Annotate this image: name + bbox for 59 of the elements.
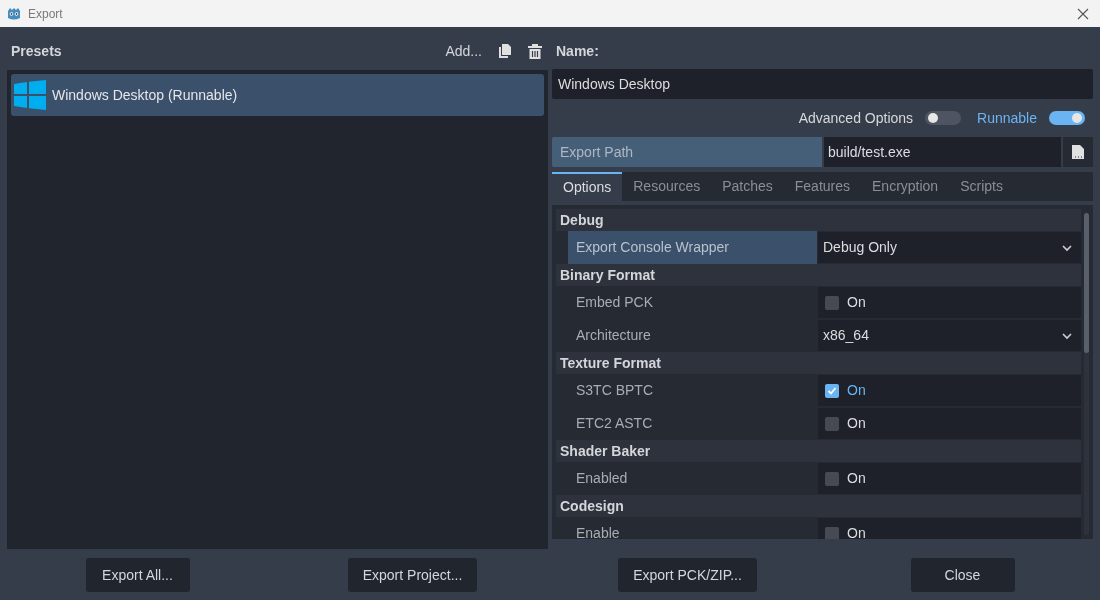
toggle-switch[interactable]: [1049, 111, 1085, 125]
presets-heading: Presets: [11, 41, 63, 61]
checkbox[interactable]: [825, 471, 839, 486]
tab[interactable]: Resources: [622, 172, 712, 201]
property-label: Enable: [575, 524, 621, 539]
checkbox-field[interactable]: On: [818, 463, 1081, 494]
tab[interactable]: Features: [783, 172, 861, 201]
checkbox-field[interactable]: On: [818, 408, 1081, 439]
robot-head-icon: [6, 5, 22, 22]
section-header: Codesign: [556, 495, 1081, 517]
checkbox-field[interactable]: On: [818, 518, 1081, 539]
checkbox-field[interactable]: On: [818, 287, 1081, 318]
property-label: ETC2 ASTC: [575, 414, 654, 433]
tab[interactable]: Scripts: [949, 172, 1014, 201]
trash-icon[interactable]: [528, 43, 542, 59]
property-label: Embed PCK: [575, 293, 655, 312]
checkbox-label: On: [847, 293, 866, 312]
file-icon[interactable]: [1063, 137, 1093, 167]
chevron-down-icon: [1061, 331, 1073, 340]
tab[interactable]: Options: [552, 172, 623, 201]
section-header: Shader Baker: [556, 440, 1081, 462]
checkbox[interactable]: [825, 295, 839, 310]
dropdown[interactable]: x86_64: [818, 320, 1081, 351]
tab[interactable]: Encryption: [861, 172, 950, 201]
chevron-down-icon: [1061, 243, 1073, 252]
window-title: Export: [28, 5, 64, 23]
scrollbar[interactable]: [1084, 213, 1089, 535]
property-label: Architecture: [575, 326, 652, 345]
add-button[interactable]: Add...: [445, 40, 482, 62]
checkbox-label: On: [847, 381, 866, 400]
dropdown[interactable]: Debug Only: [818, 232, 1081, 263]
checkbox-label: On: [847, 524, 866, 539]
checkbox-label: On: [847, 469, 866, 488]
checkbox-field[interactable]: On: [818, 375, 1081, 406]
export-path-label: Export Path: [552, 137, 822, 167]
preset-item[interactable]: Windows Desktop (Runnable): [11, 74, 544, 116]
export-path-field[interactable]: build/test.exe: [824, 137, 1061, 167]
toggle-label: Runnable: [977, 108, 1037, 128]
section-header: Binary Format: [556, 264, 1081, 286]
dialog-button[interactable]: Export PCK/ZIP...: [618, 558, 757, 592]
toggle-switch[interactable]: [925, 111, 962, 125]
checkbox[interactable]: [825, 383, 839, 398]
property-label: Enabled: [575, 469, 629, 488]
section-header: Debug: [556, 209, 1081, 231]
toggle-label: Advanced Options: [798, 108, 914, 128]
duplicate-icon[interactable]: [498, 43, 512, 59]
checkbox[interactable]: [825, 416, 839, 431]
windows-logo-icon: [14, 80, 46, 110]
property-label: S3TC BPTC: [575, 381, 654, 400]
name-label: Name:: [555, 41, 600, 61]
checkbox-label: On: [847, 414, 866, 433]
tab[interactable]: Patches: [711, 172, 784, 201]
dialog-button[interactable]: Export All...: [85, 558, 190, 592]
checkbox[interactable]: [825, 526, 839, 539]
dialog-button[interactable]: Export Project...: [347, 558, 478, 592]
name-field[interactable]: Windows Desktop: [552, 69, 1093, 99]
section-header: Texture Format: [556, 352, 1081, 374]
dialog-button[interactable]: Close: [910, 558, 1015, 592]
property-label: Export Console Wrapper: [568, 231, 817, 264]
